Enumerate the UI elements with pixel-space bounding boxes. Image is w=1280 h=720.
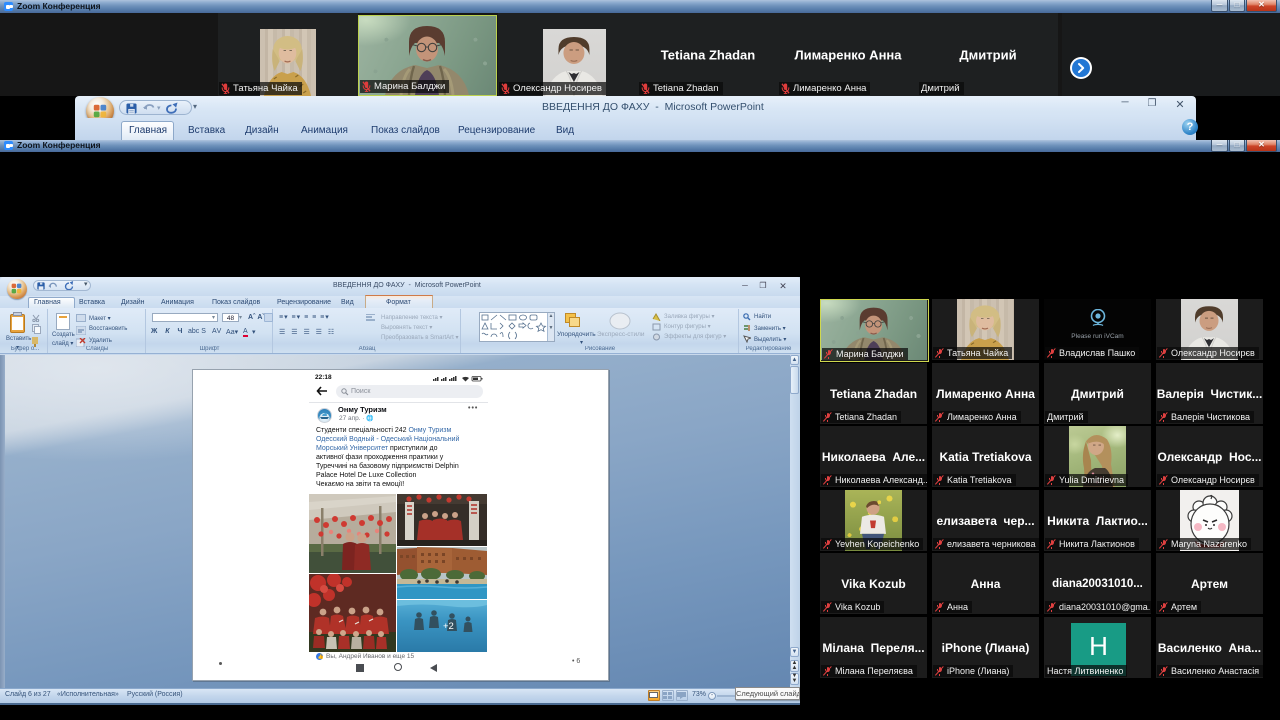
svg-text:+2: +2	[443, 621, 454, 632]
